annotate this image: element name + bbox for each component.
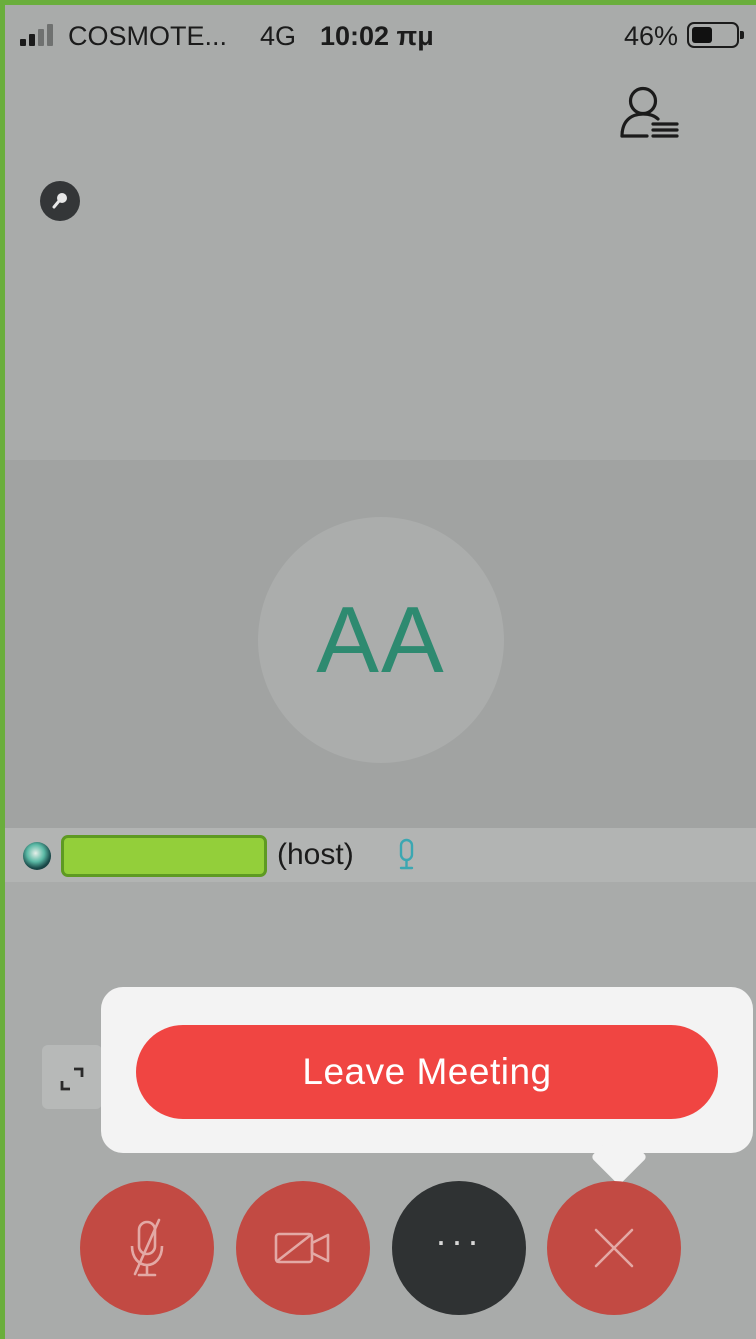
lock-badge[interactable] [40,181,80,221]
video-off-icon [274,1232,330,1264]
meeting-screen: COSMOTE... 4G 10:02 πμ 46% AA (host) Lea… [5,5,756,1339]
battery-icon [687,22,744,48]
battery-percent: 46% [624,21,679,51]
avatar: AA [258,517,504,763]
leave-meeting-popover: Leave Meeting [101,987,753,1186]
connection-status-icon [23,842,51,870]
expand-button[interactable] [42,1045,102,1109]
close-icon [594,1228,634,1268]
status-bar: COSMOTE... 4G 10:02 πμ 46% [5,5,756,63]
popover-tail [590,1128,648,1186]
mute-button[interactable] [80,1181,214,1315]
leave-meeting-button[interactable]: Leave Meeting [136,1025,718,1119]
carrier-name: COSMOTE... [68,21,228,51]
participant-name-bar: (host) [5,828,756,882]
avatar-initials: AA [316,587,446,692]
signal-strength-icon [20,24,68,46]
mic-muted-icon [130,1218,164,1277]
participants-button[interactable] [613,81,683,143]
redacted-participant-name [61,835,267,877]
participants-list-icon [620,86,679,138]
network-type: 4G [260,21,297,51]
end-meeting-button[interactable] [547,1181,681,1315]
status-time: 10:02 πμ [320,21,434,51]
participant-role: (host) [277,838,354,871]
video-tile: AA [5,460,756,828]
more-options-button[interactable]: ··· [392,1181,526,1315]
lock-badge-icon [52,193,67,209]
more-icon: ··· [435,1220,483,1261]
expand-icon [60,1067,84,1091]
video-toggle-button[interactable] [236,1181,370,1315]
microphone-icon [399,838,414,870]
